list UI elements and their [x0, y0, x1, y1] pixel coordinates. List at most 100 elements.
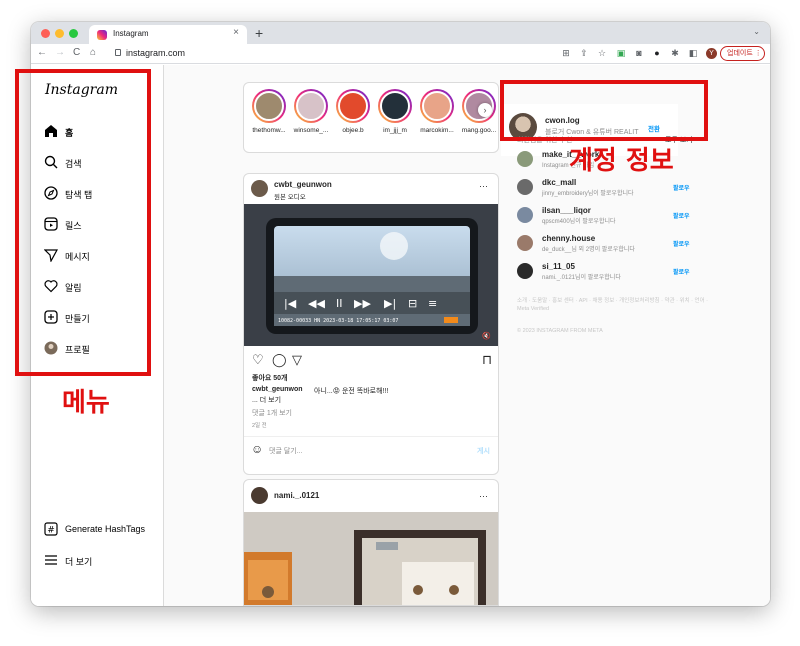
maximize-window-button[interactable]	[69, 29, 78, 38]
story-name: mang.goo...	[461, 127, 497, 134]
dark-extension-icon[interactable]: ●	[652, 48, 662, 58]
suggestion-row: chenny.house de_duck__님 외 2명이 팔로우합니다 팔로우	[517, 233, 697, 255]
tab-title: Instagram	[113, 29, 149, 38]
post-options-button[interactable]: ···	[479, 491, 488, 501]
browser-tab[interactable]: Instagram ×	[89, 25, 247, 44]
post-options-button[interactable]: ···	[479, 181, 488, 191]
story-name: im_jjj_m	[383, 127, 407, 134]
story-item[interactable]: im_jjj_m	[374, 89, 416, 149]
suggestion-row: dkc_mall jinny_embroidery님이 팔로우합니다 팔로우	[517, 177, 697, 199]
like-heart-icon[interactable]: ♡	[252, 352, 264, 368]
suggestion-username[interactable]: chenny.house	[542, 234, 595, 243]
close-window-button[interactable]	[41, 29, 50, 38]
story-avatar	[380, 91, 410, 121]
forward-button[interactable]: →	[55, 47, 65, 58]
instagram-favicon-icon	[97, 30, 107, 40]
suggestion-reason: qpscm400님이 팔로우합니다	[542, 219, 616, 225]
story-avatar	[254, 91, 284, 121]
extension-green-icon[interactable]: ▣	[616, 48, 626, 58]
post-author-avatar[interactable]	[251, 180, 268, 197]
story-avatar	[296, 91, 326, 121]
sidebar-item-generate-hashtags[interactable]: # Generate HashTags	[43, 522, 153, 542]
footer-links[interactable]: 소개 · 도움말 · 홍보 센터 · API · 채용 정보 · 개인정보처리방…	[517, 297, 717, 313]
sidebar-panel-icon[interactable]: ◧	[688, 48, 698, 58]
suggestion-username[interactable]: dkc_mall	[542, 178, 576, 187]
post-author-avatar[interactable]	[251, 487, 268, 504]
hamburger-icon	[43, 553, 58, 568]
suggestion-avatar[interactable]	[517, 179, 533, 195]
suggestion-username[interactable]: ilsan___liqor	[542, 206, 591, 215]
svg-text:⊟: ⊟	[408, 297, 417, 310]
svg-text:|◀: |◀	[284, 297, 297, 310]
profile-avatar[interactable]: Y	[706, 48, 717, 59]
story-item[interactable]: thethomw...	[248, 89, 290, 149]
tab-strip: Instagram × + ⌄	[31, 22, 770, 44]
browser-toolbar: ← → C ⌂ instagram.com ⊞ ⇪ ☆ ▣ ◙ ● ✱ ◧ Y …	[31, 44, 770, 64]
post-author-username[interactable]: cwbt_geunwon	[274, 180, 332, 189]
stories-next-button[interactable]: ›	[478, 103, 492, 117]
follow-button[interactable]: 팔로우	[673, 211, 690, 220]
minimize-window-button[interactable]	[55, 29, 64, 38]
sidebar-item-label: 더 보기	[65, 557, 93, 567]
suggestion-reason: jinny_embroidery님이 팔로우합니다	[542, 191, 634, 197]
tab-search-chevron-icon[interactable]: ⌄	[753, 27, 760, 36]
caption-username[interactable]: cwbt_geunwon	[252, 386, 303, 393]
suggestion-row: ilsan___liqor qpscm400님이 팔로우합니다 팔로우	[517, 205, 697, 227]
post-image[interactable]	[244, 512, 498, 605]
follow-button[interactable]: 팔로우	[673, 267, 690, 276]
sidebar-item-label: Generate HashTags	[65, 524, 146, 534]
share-icon[interactable]: ⇪	[579, 48, 589, 58]
new-tab-button[interactable]: +	[255, 25, 263, 41]
feed-post: cwbt_geunwon 원본 오디오 ··· |◀ ◀◀ II ▶▶ ▶| ⊟…	[243, 173, 499, 475]
puzzle-extensions-icon[interactable]: ✱	[670, 48, 680, 58]
share-send-icon[interactable]: ▽	[292, 352, 302, 368]
suggestion-avatar[interactable]	[517, 235, 533, 251]
sidebar-item-more[interactable]: 더 보기	[43, 553, 153, 573]
update-button[interactable]: 업데이트 ⋮	[720, 46, 765, 61]
save-bookmark-icon[interactable]: ⊓	[482, 352, 492, 368]
story-item[interactable]: mang.goo...	[458, 89, 500, 149]
post-video[interactable]: |◀ ◀◀ II ▶▶ ▶| ⊟ ≡ 10082-00033 HN 2023-0…	[244, 204, 498, 346]
menu-highlight-box	[15, 69, 151, 376]
post-likes-count[interactable]: 좋아요 50개	[252, 373, 288, 383]
emoji-icon[interactable]: ☺	[251, 442, 263, 456]
comment-icon[interactable]: ◯	[272, 352, 287, 368]
follow-button[interactable]: 팔로우	[673, 183, 690, 192]
hashtag-icon: #	[43, 522, 58, 537]
suggestion-avatar[interactable]	[517, 151, 533, 167]
post-caption: 아니...😡 운전 똑바로해!!!	[314, 388, 389, 395]
story-item[interactable]: objee.b	[332, 89, 374, 149]
post-comment-button[interactable]: 게시	[477, 446, 490, 456]
address-bar[interactable]: instagram.com	[126, 48, 185, 58]
lock-icon[interactable]	[115, 49, 121, 56]
post-author-username[interactable]: nami._.0121	[274, 491, 319, 500]
view-comments-link[interactable]: 댓글 1개 보기	[252, 408, 292, 418]
translate-icon[interactable]: ⊞	[561, 48, 571, 58]
post-timestamp: 2일 전	[252, 423, 267, 429]
dashcam-video-frame: |◀ ◀◀ II ▶▶ ▶| ⊟ ≡ 10082-00033 HN 2023-0…	[244, 204, 498, 346]
home-button[interactable]: ⌂	[90, 47, 96, 58]
story-item[interactable]: winsome_...	[290, 89, 332, 149]
story-name: thethomw...	[252, 127, 286, 134]
story-item[interactable]: marcokim...	[416, 89, 458, 149]
follow-button[interactable]: 팔로우	[673, 239, 690, 248]
stories-tray: thethomw... winsome_... objee.b im_jjj_m…	[243, 82, 499, 153]
suggestion-avatar[interactable]	[517, 207, 533, 223]
feed-post: nami._.0121 ···	[243, 479, 499, 606]
suggestion-reason: nami._.0121님이 팔로우합니다	[542, 275, 621, 281]
svg-text:≡: ≡	[428, 297, 437, 310]
reload-button[interactable]: C	[73, 47, 80, 58]
post-audio-label[interactable]: 원본 오디오	[274, 191, 306, 201]
suggestion-username[interactable]: si_11_05	[542, 262, 575, 271]
bookmark-star-icon[interactable]: ☆	[597, 48, 607, 58]
suggestion-avatar[interactable]	[517, 263, 533, 279]
comment-input[interactable]: 댓글 달기...	[269, 446, 303, 456]
camera-extension-icon[interactable]: ◙	[634, 48, 644, 58]
svg-text:🔇: 🔇	[482, 331, 491, 340]
caption-more-link[interactable]: ... 더 보기	[252, 395, 281, 405]
footer-copyright: © 2023 INSTAGRAM FROM META	[517, 328, 603, 334]
tab-close-icon[interactable]: ×	[233, 27, 239, 38]
back-button[interactable]: ←	[37, 47, 47, 58]
suggestion-row: si_11_05 nami._.0121님이 팔로우합니다 팔로우	[517, 261, 697, 283]
story-avatar	[338, 91, 368, 121]
